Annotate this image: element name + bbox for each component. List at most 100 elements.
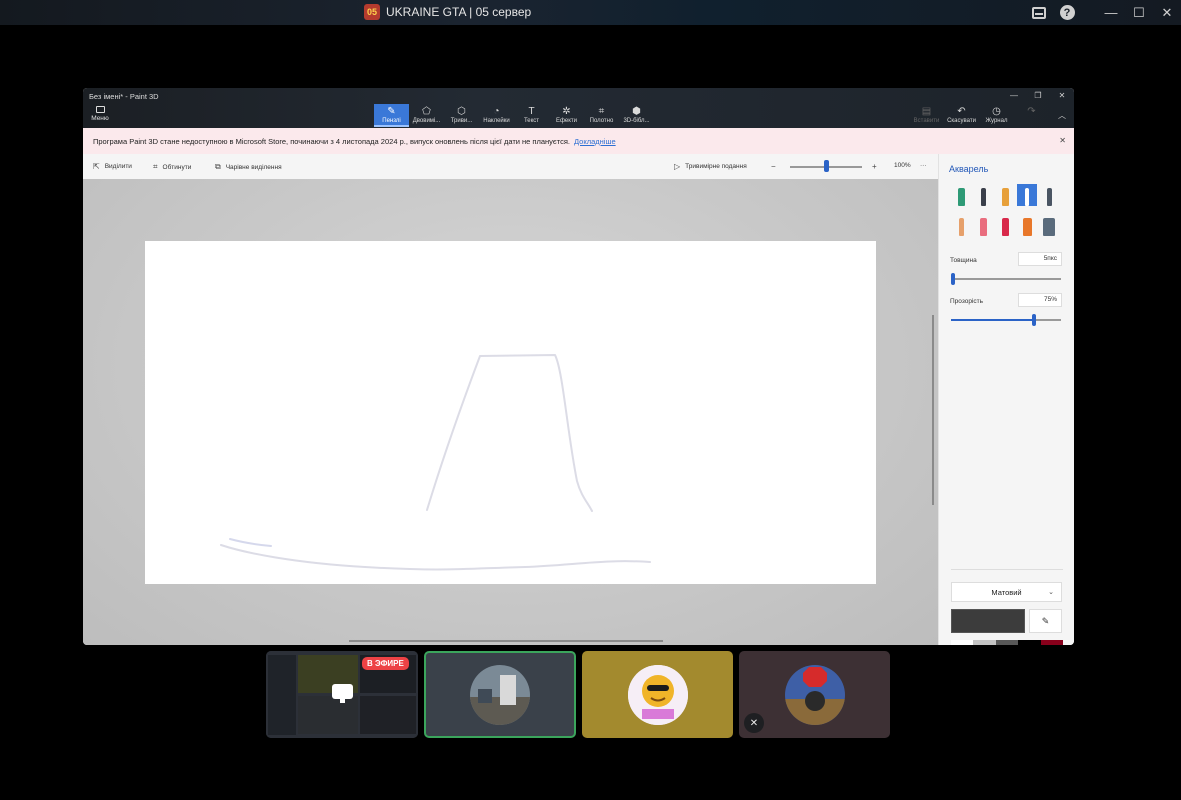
pencil-button[interactable] — [951, 214, 971, 236]
tool-canvas[interactable]: ⌗ Полотно — [584, 104, 619, 127]
crayon-button[interactable] — [995, 214, 1015, 236]
inbox-icon — [1032, 6, 1046, 19]
minimize-button[interactable]: — — [1097, 0, 1125, 25]
stream-tile-screenshare[interactable]: В ЭФИРЕ — [266, 651, 418, 738]
vertical-scrollbar[interactable] — [932, 315, 934, 505]
color-swatch[interactable] — [1018, 640, 1041, 645]
banner-close-icon[interactable]: ✕ — [1059, 136, 1066, 145]
redo-button[interactable]: ↷ — [1014, 104, 1049, 127]
menu-button[interactable]: Меню — [89, 106, 111, 126]
paste-button[interactable]: ▤ Вставити — [909, 104, 944, 127]
calligraphy-pen-icon — [980, 188, 986, 206]
thickness-slider[interactable] — [951, 273, 1061, 285]
pixel-pen-button[interactable] — [1039, 184, 1059, 206]
stream-tile-user-2[interactable] — [582, 651, 733, 738]
tool-text[interactable]: T Текст — [514, 104, 549, 127]
tool-3d-library[interactable]: ⬢ 3D-бібл... — [619, 104, 654, 127]
shapes-3d-icon: ⬡ — [457, 106, 466, 117]
opacity-slider-thumb[interactable] — [1032, 314, 1036, 326]
paste-label: Вставити — [913, 118, 940, 124]
canvas-icon: ⌗ — [598, 106, 605, 117]
tool-3d-shapes[interactable]: ⬡ Триви... — [444, 104, 479, 127]
effects-icon: ✲ — [562, 106, 571, 117]
thickness-slider-thumb[interactable] — [951, 273, 955, 285]
oil-brush-button[interactable] — [995, 184, 1015, 206]
zoom-in-button[interactable]: + — [872, 162, 877, 171]
live-badge: В ЭФИРЕ — [362, 657, 409, 670]
tool-label: Ефекти — [555, 118, 578, 124]
eyedropper-button[interactable]: ✎ — [1029, 609, 1062, 633]
finish-dropdown[interactable]: Матовий ⌄ — [951, 582, 1062, 602]
menu-label: Меню — [91, 115, 109, 122]
crop-button[interactable]: ⌗ Обтинути — [153, 162, 191, 172]
view-3d-button[interactable]: ▷ Тривимірне подання — [674, 162, 747, 171]
redo-icon: ↷ — [1027, 106, 1036, 117]
tool-effects[interactable]: ✲ Ефекти — [549, 104, 584, 127]
oil-brush-icon — [1001, 188, 1009, 206]
eraser-button[interactable] — [973, 214, 993, 236]
spray-can-icon — [1022, 218, 1032, 236]
finish-value: Матовий — [991, 587, 1022, 597]
thickness-input[interactable]: 5пкс — [1018, 252, 1062, 266]
channel-title: 05 UKRAINE GTA | 05 сервер — [364, 4, 531, 20]
spray-can-button[interactable] — [1017, 214, 1037, 236]
tool-label: 3D-бібл... — [623, 118, 650, 124]
toolbar: ✎ Пензлі ⬠ Двовимі... ⬡ Триви... ◔ Наклейки … — [374, 104, 654, 127]
stream-tile-user-3[interactable]: ✕ — [739, 651, 890, 738]
paint-restore-button[interactable]: ❐ — [1026, 88, 1050, 103]
cursor-icon: ⇱ — [93, 162, 100, 171]
zoom-slider-thumb[interactable] — [824, 160, 829, 172]
color-swatch[interactable] — [995, 640, 1019, 645]
banner-learn-more-link[interactable]: Докладніше — [574, 137, 616, 146]
titlebar-controls: ? — ☐ ✕ — [1025, 0, 1181, 25]
color-swatch[interactable] — [973, 640, 996, 645]
color-swatch[interactable] — [951, 640, 974, 645]
tool-2d-shapes[interactable]: ⬠ Двовимі... — [409, 104, 444, 127]
paint-window-title: Без імені* - Paint 3D — [89, 92, 159, 101]
pixel-pen-icon — [1046, 188, 1052, 206]
color-swatch[interactable] — [1040, 640, 1063, 645]
shapes-2d-icon: ⬠ — [422, 106, 431, 117]
horizontal-scrollbar[interactable] — [349, 640, 663, 642]
opacity-input[interactable]: 75% — [1018, 293, 1062, 307]
help-button[interactable]: ? — [1053, 0, 1081, 25]
marker-icon — [957, 188, 965, 206]
avatar-image — [627, 664, 688, 725]
tool-label: Двовимі... — [412, 118, 441, 124]
fill-bucket-button[interactable] — [1039, 214, 1059, 236]
screen: 05 UKRAINE GTA | 05 сервер ? — ☐ ✕ Без і… — [0, 0, 1181, 800]
collapse-toolbar-icon[interactable]: ︿ — [1058, 110, 1066, 121]
tool-label: Триви... — [450, 118, 473, 124]
tool-label: Полотно — [589, 118, 614, 124]
paint-minimize-button[interactable]: — — [1002, 88, 1026, 103]
more-options-button[interactable]: ··· — [920, 162, 927, 169]
marker-brush-button[interactable] — [951, 184, 971, 206]
paint-close-button[interactable]: ✕ — [1050, 88, 1074, 103]
selection-toolbar: ⇱ Виділити ⌗ Обтинути ⧉ Чарівне виділення ▷… — [83, 154, 938, 179]
zoom-out-button[interactable]: − — [771, 162, 776, 171]
stream-tile-user-1[interactable] — [424, 651, 576, 738]
brush-grid — [951, 184, 1065, 236]
tool-stickers[interactable]: ◔ Наклейки — [479, 104, 514, 127]
inbox-button[interactable] — [1025, 0, 1053, 25]
paint-window-controls: — ❐ ✕ — [1002, 88, 1074, 103]
watercolor-brush-button[interactable] — [1017, 184, 1037, 206]
fill-bucket-icon — [1043, 218, 1055, 236]
current-color-swatch[interactable] — [951, 609, 1025, 633]
view-3d-label: Тривимірне подання — [685, 163, 747, 170]
undo-button[interactable]: ↶ Скасувати — [944, 104, 979, 127]
close-button[interactable]: ✕ — [1153, 0, 1181, 25]
zoom-level: 100% — [894, 162, 911, 169]
deprecation-banner: Програма Paint 3D стане недоступною в Mi… — [83, 128, 1074, 154]
drawing-canvas[interactable] — [145, 241, 876, 584]
app-title-bar: 05 UKRAINE GTA | 05 сервер ? — ☐ ✕ — [0, 0, 1181, 25]
maximize-button[interactable]: ☐ — [1125, 0, 1153, 25]
magic-select-button[interactable]: ⧉ Чарівне виділення — [215, 162, 282, 172]
hat-stroke — [426, 354, 593, 512]
opacity-slider[interactable] — [951, 314, 1061, 326]
tool-brushes[interactable]: ✎ Пензлі — [374, 104, 409, 127]
select-button[interactable]: ⇱ Виділити — [93, 162, 132, 171]
history-button[interactable]: ◷ Журнал — [979, 104, 1014, 127]
calligraphy-pen-button[interactable] — [973, 184, 993, 206]
